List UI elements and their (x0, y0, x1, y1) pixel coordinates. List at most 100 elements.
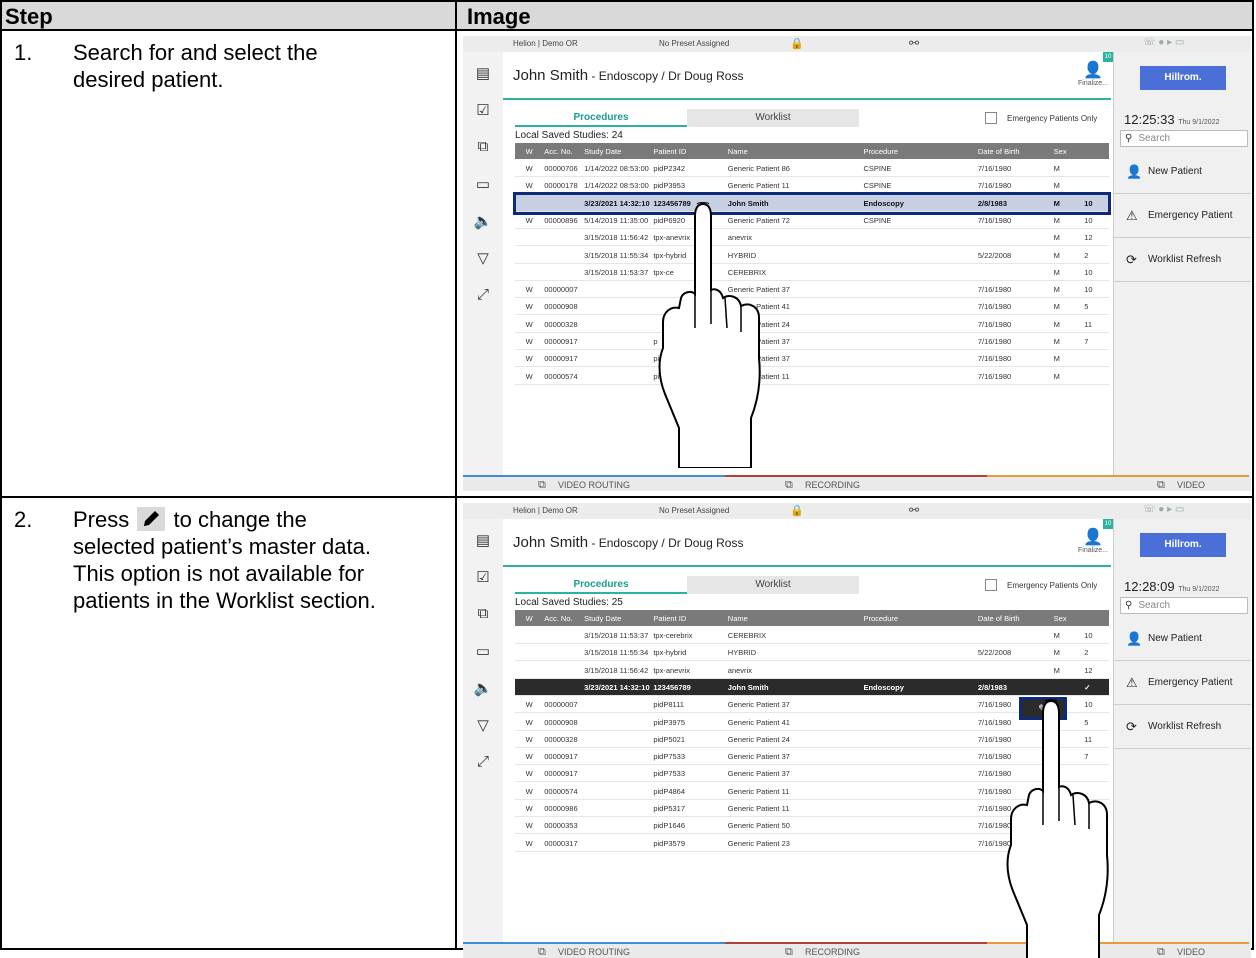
bottom-tab-2[interactable]: ⧉ VIDEO CONFERENCE (987, 475, 1249, 491)
column-header[interactable]: Study Date (584, 614, 621, 623)
table-cell: 1/14/2022 08:53:00 (584, 164, 649, 173)
table-cell: M (1053, 250, 1060, 260)
table-row[interactable]: W00000917pidGeneric Patient 377/16/1980M (515, 350, 1109, 368)
table-cell: M (1053, 215, 1060, 225)
bottom-tab-1[interactable]: ⧉ RECORDING (725, 942, 987, 958)
column-header[interactable]: Sex (1054, 614, 1067, 623)
connect-icon[interactable]: ⚯ (909, 503, 919, 517)
bottom-tab-1[interactable]: ⧉ RECORDING (725, 475, 987, 491)
lamp-icon[interactable]: ▽ (473, 249, 493, 269)
document-page: Step Image 1. Search for and select the … (0, 0, 1256, 958)
table-cell: 5/14/2019 11:35:00 (584, 215, 649, 225)
checklist-icon[interactable]: ☑ (473, 568, 493, 588)
column-header[interactable]: Date of Birth (978, 614, 1020, 623)
layout-icon[interactable]: ⧉ (473, 138, 493, 158)
table-row[interactable]: 3/15/2018 11:55:34 tpx-hybrid HYBRID 5/22/2… (515, 246, 1109, 264)
patient-card-icon[interactable]: ▤ (473, 64, 493, 84)
expand-icon[interactable]: ⤢ (473, 286, 493, 306)
table-row[interactable]: W 00000007 Generic Patient 37 7/16/1980 M 10 (515, 281, 1109, 299)
lock-icon[interactable]: 🔒 (790, 37, 804, 50)
table-row[interactable]: W 00000908 Generic Patient 41 7/16/1980 M 5 (515, 298, 1109, 316)
column-header[interactable]: Date of Birth (978, 147, 1020, 156)
emergency-icon: ⚠ (1126, 208, 1138, 223)
table-row[interactable]: W00000917pGeneric Patient 377/16/1980M7 (515, 333, 1109, 350)
column-header[interactable]: Procedure (863, 614, 898, 623)
checkbox-box[interactable] (985, 112, 997, 124)
table-cell: 7/16/1980 (977, 337, 1012, 346)
right-button-1[interactable]: ⚠ Emergency Patient (1114, 661, 1251, 705)
right-button-0[interactable]: 👤 New Patient (1114, 617, 1251, 661)
checklist-icon[interactable]: ☑ (473, 101, 493, 121)
bottom-tab-label: VIDEO ROUTING (558, 480, 631, 490)
bottom-tab-0[interactable]: ⧉ VIDEO ROUTING (463, 942, 725, 958)
table-row[interactable]: 3/23/2021 14:32:10 123456789 John Smith End… (515, 678, 1109, 696)
checkbox-box[interactable] (985, 579, 997, 591)
patient-card-icon[interactable]: ▤ (473, 531, 493, 551)
search-input[interactable]: ⚲ Search (1120, 130, 1248, 147)
right-button-1[interactable]: ⚠ Emergency Patient (1114, 194, 1251, 238)
search-placeholder: Search (1138, 133, 1171, 144)
table-row[interactable]: 3/15/2018 11:56:42 tpx-anevrix anevrix M 12 (515, 661, 1109, 679)
table-cell: 00000917 (544, 337, 578, 346)
tab-worklist[interactable]: Worklist (687, 109, 859, 127)
column-header[interactable]: W (526, 614, 533, 623)
finalize-button[interactable]: 👤 Finalize... 10 (1073, 519, 1113, 559)
table-row[interactable]: 3/15/2018 11:53:37 tpx-cerebrix CEREBRIX M 1… (515, 627, 1109, 644)
table-row[interactable]: 3/15/2018 11:56:42 tpx-anevrix anevrix M 12 (515, 229, 1109, 247)
lamp-icon[interactable]: ▽ (473, 716, 493, 736)
table-cell: M (1053, 164, 1060, 173)
column-header[interactable]: Procedure (863, 147, 898, 156)
emergency-only-checkbox[interactable]: Emergency Patients Only (985, 579, 1097, 591)
table-cell: M (1053, 665, 1060, 675)
search-icon: ⚲ (1125, 600, 1133, 611)
table-row[interactable]: W00000328Generic Patient 247/16/1980M11 (515, 315, 1109, 333)
right-button-2[interactable]: ⟳ Worklist Refresh (1114, 705, 1251, 749)
finalize-button[interactable]: 👤 Finalize... 10 (1073, 52, 1113, 92)
table-row[interactable]: 3/15/2018 11:55:34 tpx-hybrid HYBRID 5/22/2… (515, 644, 1109, 662)
phone-icon[interactable]: ☏ ● ▸ ▭ (1143, 504, 1184, 515)
expand-icon[interactable]: ⤢ (473, 753, 493, 773)
column-header[interactable]: Patient ID (653, 614, 686, 623)
connect-icon[interactable]: ⚯ (909, 36, 919, 50)
table-row[interactable]: W00000574pidGeneric Patient 117/16/1980M (515, 367, 1109, 385)
column-header[interactable]: Study Date (584, 147, 621, 156)
monitor-icon[interactable]: ▭ (473, 642, 493, 662)
tab-worklist[interactable]: Worklist (687, 576, 859, 594)
table-cell: M (1053, 181, 1060, 191)
step-text-line: Press to change the (73, 506, 451, 533)
table-row[interactable]: W 00000706 1/14/2022 08:53:00 pidP2342 Gener… (515, 160, 1109, 177)
right-button-2[interactable]: ⟳ Worklist Refresh (1114, 238, 1251, 282)
column-header[interactable]: Name (728, 147, 748, 156)
column-header[interactable]: W (526, 147, 533, 156)
table-cell: 2 (1084, 648, 1089, 658)
column-header[interactable]: Name (728, 614, 748, 623)
header-underline (503, 98, 1111, 100)
preset-label: No Preset Assigned (659, 506, 730, 515)
lock-icon[interactable]: 🔒 (790, 504, 804, 517)
layout-icon[interactable]: ⧉ (473, 605, 493, 625)
right-button-0[interactable]: 👤 New Patient (1114, 150, 1251, 194)
column-header[interactable]: Patient ID (653, 147, 686, 156)
tab-procedures[interactable]: Procedures (515, 109, 687, 127)
table-cell: 00000328 (544, 734, 578, 744)
table-cell: Endoscopy (863, 682, 904, 692)
screenshot-step-2: Helion | Demo OR No Preset Assigned 🔒 ⚯ ☏ ● … (463, 503, 1251, 958)
speaker-icon[interactable]: 🔈 (473, 212, 493, 232)
table-cell: W (525, 354, 533, 364)
emergency-only-checkbox[interactable]: Emergency Patients Only (985, 112, 1097, 124)
bottom-tab-0[interactable]: ⧉ VIDEO ROUTING (463, 475, 725, 491)
speaker-icon[interactable]: 🔈 (473, 679, 493, 699)
column-header[interactable]: Acc. No. (544, 614, 572, 623)
table-row[interactable]: 3/15/2018 11:53:37 tpx-ce CEREBRIX M 10 (515, 263, 1109, 281)
phone-icon[interactable]: ☏ ● ▸ ▭ (1143, 37, 1184, 48)
table-cell: Generic Patient 41 (727, 717, 790, 727)
column-header[interactable]: Acc. No. (544, 147, 572, 156)
table-cell: tpx-hybrid (653, 648, 687, 658)
column-header[interactable]: Sex (1054, 147, 1067, 156)
table-cell: 00000353 (544, 821, 578, 831)
tab-procedures[interactable]: Procedures (515, 576, 687, 594)
table-cell: 2/8/1983 (977, 682, 1008, 692)
patient-detail: - Endoscopy / Dr Doug Ross (588, 69, 744, 83)
search-input[interactable]: ⚲ Search (1120, 597, 1248, 614)
monitor-icon[interactable]: ▭ (473, 175, 493, 195)
